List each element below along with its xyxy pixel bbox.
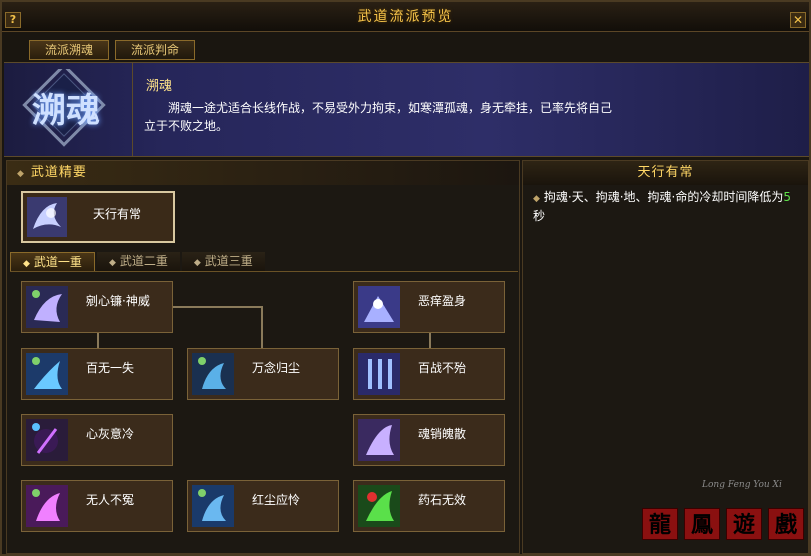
connector-line xyxy=(173,306,263,308)
watermark-char: 遊 xyxy=(726,508,762,540)
tab-tier-2[interactable]: ◆ 武道二重 xyxy=(96,252,180,271)
skill-slot[interactable]: 百无一失 xyxy=(21,348,173,400)
skill-label: 红尘应怜 xyxy=(252,493,301,507)
school-description: 溯魂一途尤适合长线作战，不易受外力拘束，如寒潭孤魂，身无牵挂，已率先将自己立于不… xyxy=(144,101,613,133)
scythe-skill-icon xyxy=(26,286,68,328)
essence-label: 天行有常 xyxy=(93,207,142,221)
skill-slot[interactable]: 恶痒盈身 xyxy=(353,281,505,333)
ash-heart-skill-icon xyxy=(26,419,68,461)
watermark-char: 戲 xyxy=(768,508,804,540)
title-bar[interactable]: ? 武道流派预览 ✕ xyxy=(2,2,809,32)
watermark-latin: Long Feng You Xi xyxy=(702,480,782,490)
skill-slot[interactable]: 心灰意冷 xyxy=(21,414,173,466)
close-button[interactable]: ✕ xyxy=(790,12,806,28)
skill-label: 百战不殆 xyxy=(418,361,467,375)
diamond-icon: ◆ xyxy=(533,194,540,204)
tab-tier-1[interactable]: ◆ 武道一重 xyxy=(10,252,95,271)
window-title: 武道流派预览 xyxy=(357,9,454,25)
skill-slot[interactable]: 魂销魄散 xyxy=(353,414,505,466)
plague-skill-icon xyxy=(358,286,400,328)
connector-line xyxy=(261,306,263,348)
spirit-skill-icon xyxy=(27,197,67,237)
tab-panming[interactable]: 流派判命 xyxy=(115,40,195,60)
cooldown-value: 5 xyxy=(783,190,792,204)
dust-skill-icon xyxy=(192,353,234,395)
school-emblem: 溯魂 xyxy=(14,63,124,151)
detail-description: ◆ 拘魂·天、拘魂·地、拘魂·命的冷却时间降低为5秒 xyxy=(533,190,792,223)
skill-label: 万念归尘 xyxy=(252,361,301,375)
soul-scatter-skill-icon xyxy=(358,419,400,461)
connector-line xyxy=(429,333,431,349)
skill-preview-window: ? 武道流派预览 ✕ 流派溯魂 流派判命 溯魂 溯魂 溯魂一途尤适合长线作战，不… xyxy=(0,0,811,556)
banner-divider xyxy=(132,63,133,156)
battle-skill-icon xyxy=(358,353,400,395)
skill-label: 无人不冤 xyxy=(86,493,135,507)
school-name: 溯魂 xyxy=(146,79,173,94)
no-cure-skill-icon xyxy=(358,485,400,527)
injustice-skill-icon xyxy=(26,485,68,527)
skill-label: 百无一失 xyxy=(86,361,135,375)
watermark-chars: 龍 鳳 遊 戲 xyxy=(642,508,804,540)
tier-tabs: ◆ 武道一重 ◆ 武道二重 ◆ 武道三重 xyxy=(10,252,518,272)
tab-suhun[interactable]: 流派溯魂 xyxy=(29,40,109,60)
diamond-icon: ◆ xyxy=(17,169,25,179)
skill-label: 药石无效 xyxy=(418,493,467,507)
watermark-char: 龍 xyxy=(642,508,678,540)
connector-line xyxy=(97,333,99,349)
school-banner: 溯魂 溯魂 溯魂一途尤适合长线作战，不易受外力拘束，如寒潭孤魂，身无牵挂，已率先… xyxy=(4,62,809,157)
detail-header: 天行有常 xyxy=(523,161,808,185)
skill-label: 心灰意冷 xyxy=(86,427,135,441)
school-tabs: 流派溯魂 流派判命 xyxy=(29,40,195,60)
skill-label: 魂销魄散 xyxy=(418,427,467,441)
skills-panel: ◆武道精要 天行有常 ◆武道一重 ◆武道二重 ◆武道三重 剜心镰·神威 xyxy=(6,160,520,554)
watermark-char: 鳳 xyxy=(684,508,720,540)
essence-header: ◆ 武道精要 xyxy=(7,161,519,185)
skill-slot[interactable]: 无人不冤 xyxy=(21,480,173,532)
tab-tier-3[interactable]: ◆ 武道三重 xyxy=(181,252,265,271)
skill-slot[interactable]: 剜心镰·神威 xyxy=(21,281,173,333)
skill-label: 恶痒盈身 xyxy=(418,294,467,308)
emblem-text: 溯魂 xyxy=(32,91,100,131)
arrow-skill-icon xyxy=(26,353,68,395)
watermark-logo: Long Feng You Xi 龍 鳳 遊 戲 xyxy=(612,470,811,556)
skill-slot[interactable]: 万念归尘 xyxy=(187,348,339,400)
skill-slot[interactable]: 百战不殆 xyxy=(353,348,505,400)
skill-slot[interactable]: 药石无效 xyxy=(353,480,505,532)
essence-card[interactable]: 天行有常 xyxy=(21,191,175,243)
mortal-pity-skill-icon xyxy=(192,485,234,527)
skill-slot[interactable]: 红尘应怜 xyxy=(187,480,339,532)
skill-label: 剜心镰·神威 xyxy=(86,294,150,308)
